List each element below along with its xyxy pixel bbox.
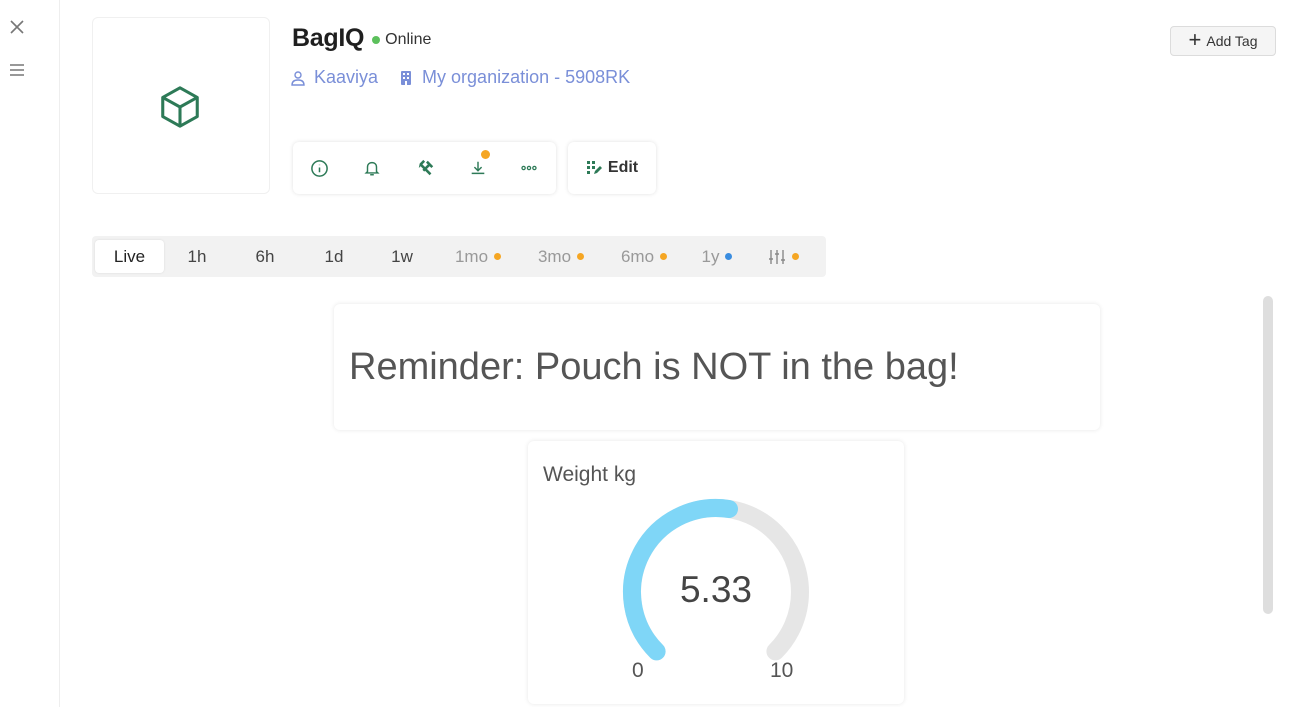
premium-dot [577,253,585,260]
reminder-text: Reminder: Pouch is NOT in the bag! [349,346,959,388]
edit-label: Edit [607,159,639,176]
scrollbar[interactable] [1263,296,1273,614]
range-live[interactable]: Live [95,240,164,273]
range-3mo[interactable]: 3mo [527,240,595,273]
tools-icon [418,159,434,176]
bell-icon [364,161,380,176]
download-badge [481,150,490,159]
info-dot [725,253,733,260]
tools-button[interactable] [416,158,436,178]
device-title: BagIQ [292,24,365,52]
hamburger-menu-icon[interactable] [8,62,26,78]
range-label: 1h [187,246,207,266]
range-custom[interactable] [758,240,808,273]
download-button[interactable] [468,150,490,178]
status-dot [372,36,381,44]
cube-icon [161,86,199,128]
building-icon [401,70,412,85]
time-range-selector: Live 1h 6h 1d 1w 1mo 3mo 6mo 1y [92,236,826,277]
reminder-widget: Reminder: Pouch is NOT in the bag! [334,304,1100,430]
range-label: 6mo [620,246,655,266]
range-label: 3mo [537,246,572,266]
range-label: 1y [701,246,720,266]
range-1w[interactable]: 1w [377,240,427,273]
premium-dot [660,253,668,260]
owner-name: Kaaviya [314,67,379,87]
close-icon[interactable] [8,18,26,36]
range-label: Live [113,246,146,266]
download-icon [471,161,485,175]
gauge-value: 5.33 [679,569,752,610]
range-label: 1mo [454,246,489,266]
device-meta: Kaaviya My organization - 5908RK [290,67,630,88]
owner-link[interactable]: Kaaviya [290,67,378,88]
add-tag-label: Add Tag [1206,33,1258,49]
range-1y[interactable]: 1y [692,240,742,273]
left-rail [0,0,60,707]
gauge-max-label: 10 [770,659,794,682]
range-label: 1w [391,246,413,266]
status-text: Online [385,31,432,48]
info-icon [310,159,328,177]
edit-layout-icon [586,161,602,174]
add-tag-button[interactable]: + Add Tag [1170,26,1276,56]
range-6h[interactable]: 6h [240,240,290,273]
info-button[interactable] [309,158,329,178]
device-header: BagIQ Online [292,24,431,53]
premium-dot [494,253,502,260]
weight-gauge-widget: Weight kg 5.33 0 10 [528,441,904,704]
action-toolbar [293,142,556,194]
range-label: 1d [324,246,344,266]
more-button[interactable] [519,158,539,178]
range-1h[interactable]: 1h [172,240,222,273]
range-6mo[interactable]: 6mo [610,240,678,273]
device-thumbnail [92,17,270,194]
organization-link[interactable]: My organization - 5908RK [398,67,630,88]
plus-icon: + [1188,27,1202,52]
user-icon [291,70,305,86]
edit-button[interactable]: Edit [568,142,656,194]
organization-name: My organization - 5908RK [422,67,631,87]
more-icon [521,165,537,171]
notifications-button[interactable] [362,158,382,178]
range-label: 6h [255,246,275,266]
range-1mo[interactable]: 1mo [444,240,512,273]
sliders-icon [768,249,785,264]
gauge-min-label: 0 [632,659,644,682]
premium-dot [791,253,799,260]
status-badge: Online [372,31,431,49]
range-1d[interactable]: 1d [309,240,359,273]
